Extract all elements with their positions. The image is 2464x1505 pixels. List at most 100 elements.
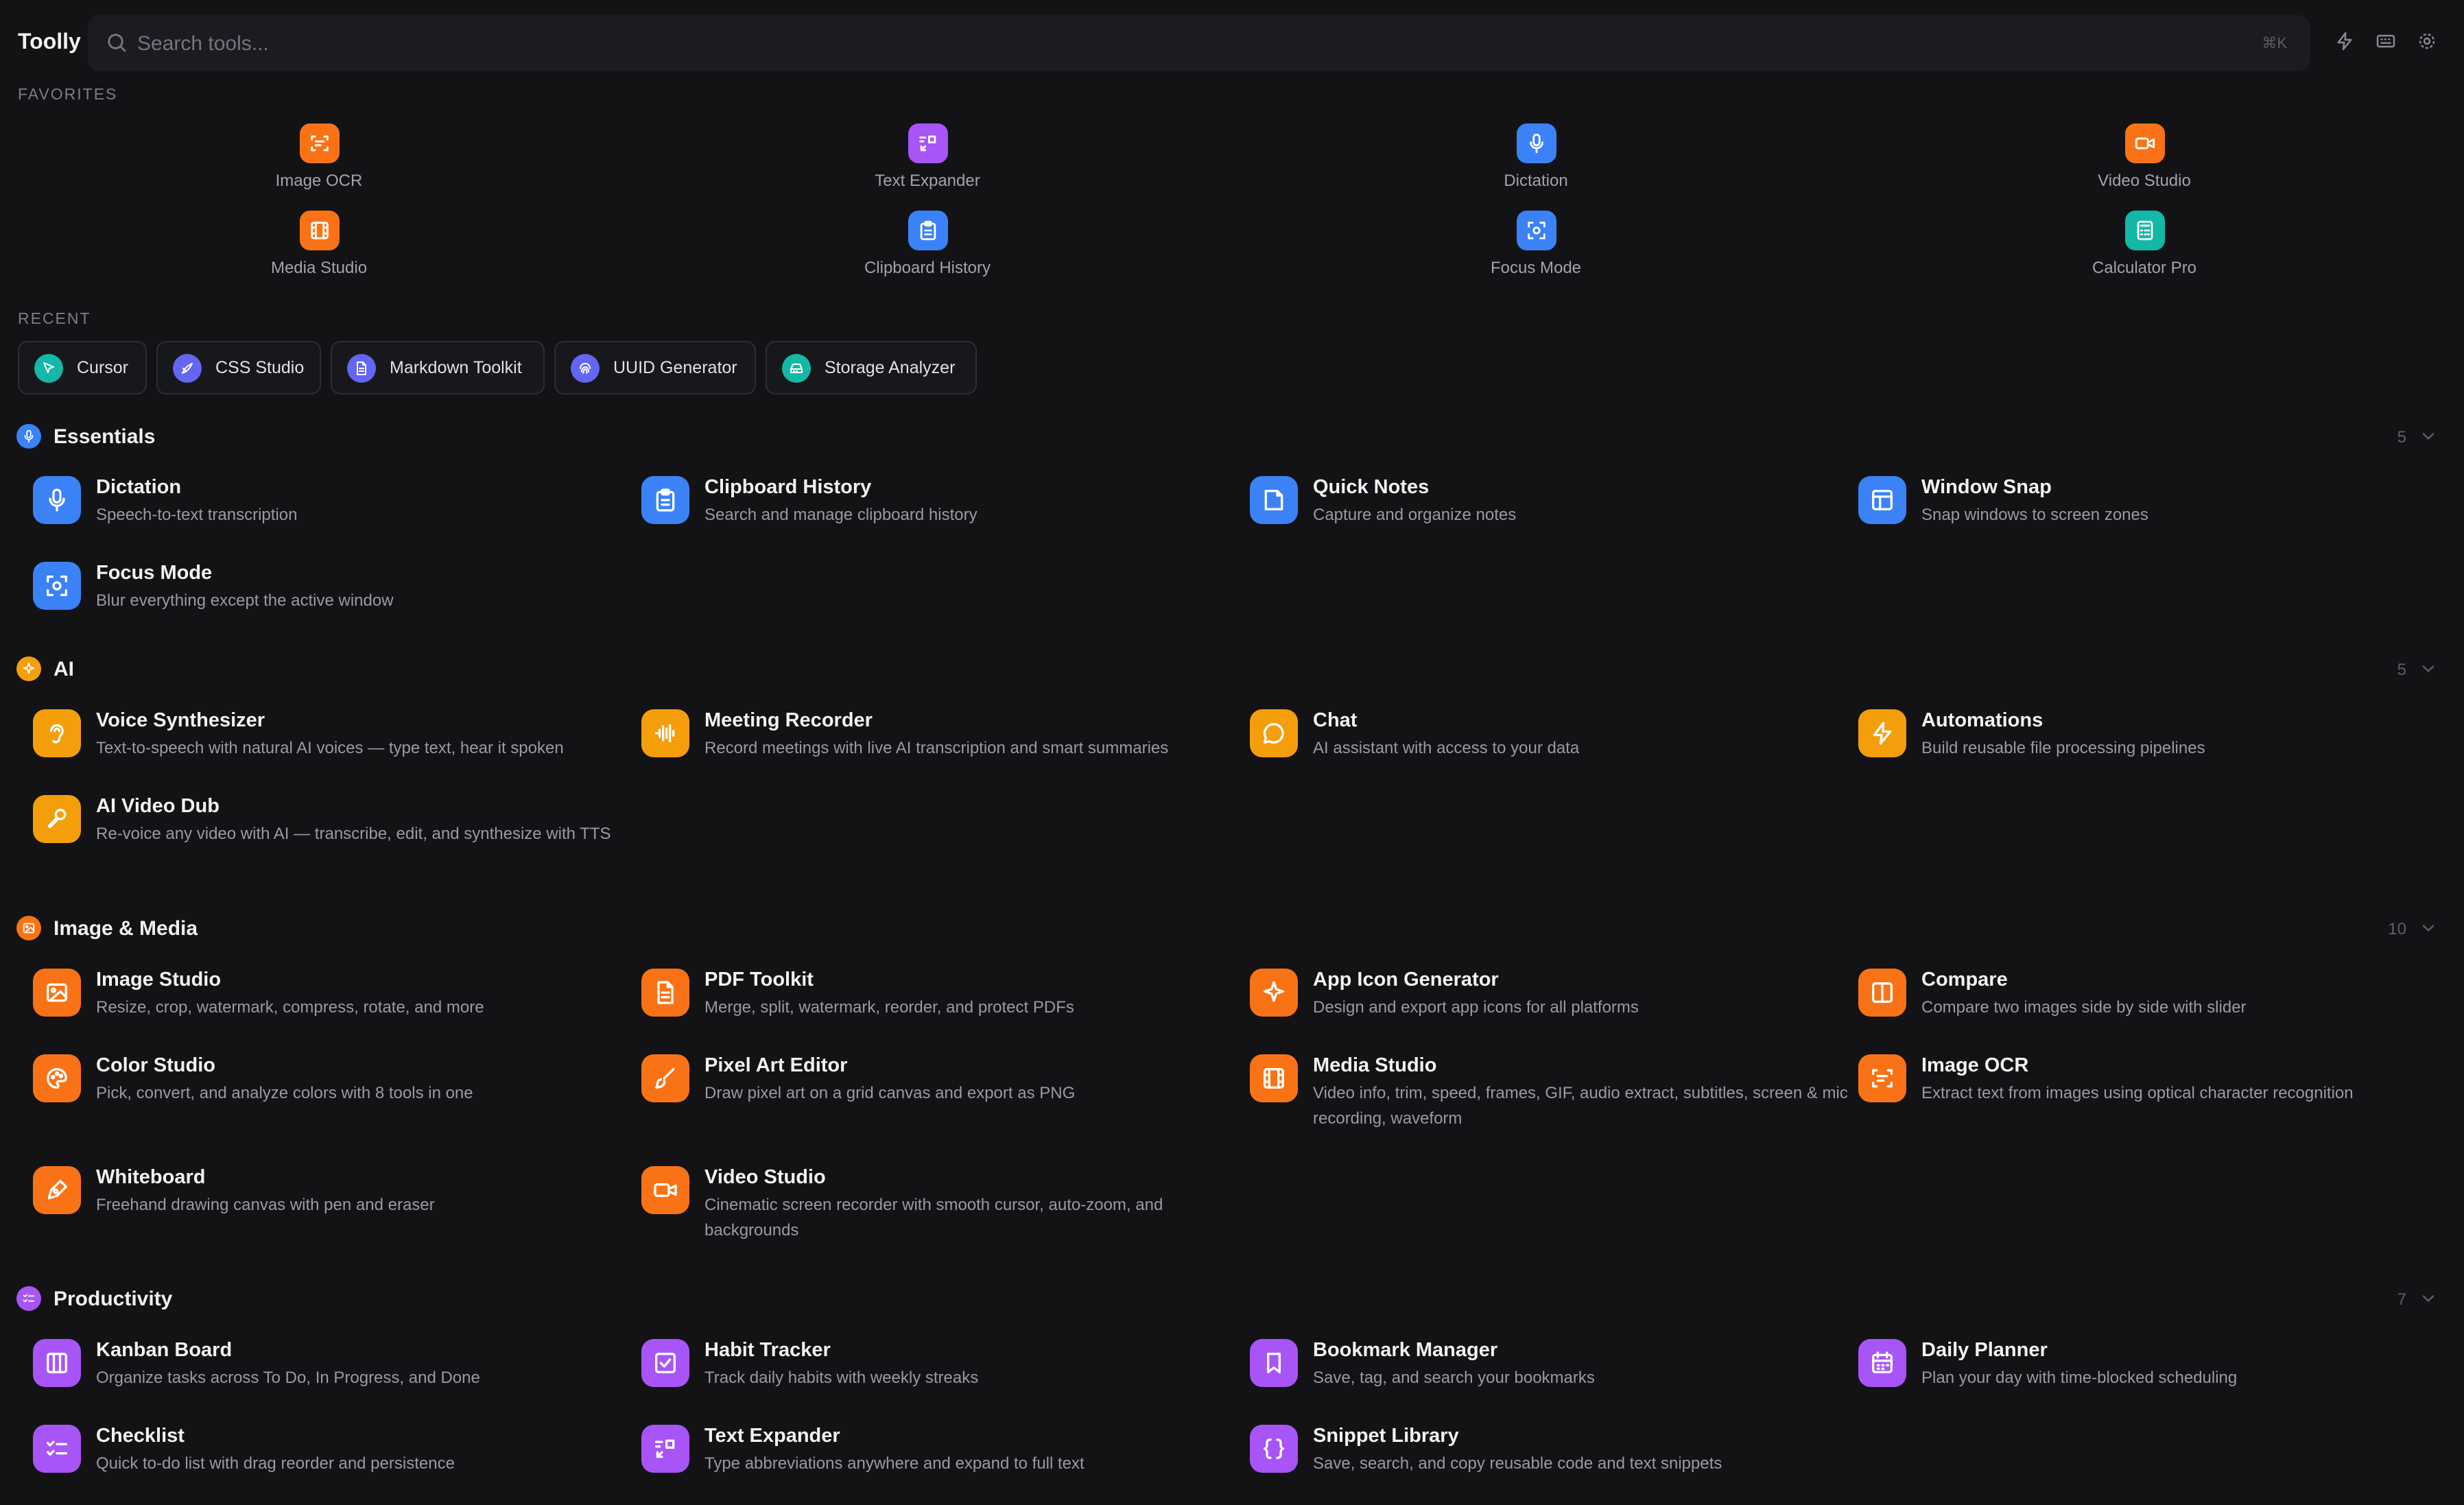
category-title: AI: [54, 658, 74, 680]
tool-description: Pick, convert, and analyze colors with 8…: [96, 1084, 473, 1102]
sparkles-icon: [1250, 969, 1298, 1017]
tool-description: AI assistant with access to your data: [1313, 739, 1580, 757]
tool-name: Bookmark Manager: [1313, 1339, 1498, 1361]
tool-description: Search and manage clipboard history: [704, 506, 978, 524]
recent-item-markdown-toolkit[interactable]: Markdown Toolkit: [331, 341, 545, 394]
pen-tool-icon: [33, 1166, 81, 1214]
favorite-image-ocr[interactable]: Image OCR: [216, 123, 422, 206]
focus-icon: [33, 562, 81, 610]
tool-description: Snap windows to screen zones: [1921, 506, 2148, 524]
category-count: 5: [2397, 661, 2406, 679]
tool-description: Design and export app icons for all plat…: [1313, 998, 1639, 1017]
recent-item-uuid-generator[interactable]: UUID Generator: [554, 341, 756, 394]
tool-name: Pixel Art Editor: [704, 1054, 848, 1076]
clipboard-icon: [908, 211, 948, 250]
tool-name: Image Studio: [96, 969, 222, 991]
favorite-label: Focus Mode: [1490, 259, 1582, 277]
film-icon: [300, 211, 340, 250]
scan-text-icon: [300, 123, 340, 163]
document-icon: [641, 969, 689, 1017]
microphone-icon: [33, 476, 81, 524]
css-icon: [173, 354, 202, 383]
list-check-icon: [16, 1286, 41, 1311]
tool-description: Blur everything except the active window: [96, 591, 394, 610]
gear-icon: [2416, 30, 2438, 52]
brush-icon: [641, 1054, 689, 1102]
tool-description: Build reusable file processing pipelines: [1921, 739, 2205, 757]
tool-description: Resize, crop, watermark, compress, rotat…: [96, 998, 484, 1017]
tool-description: Record meetings with live AI transcripti…: [704, 739, 1169, 757]
tool-name: Text Expander: [704, 1425, 840, 1447]
recent-item-storage-analyzer[interactable]: Storage Analyzer: [766, 341, 977, 394]
tool-description: Capture and organize notes: [1313, 506, 1517, 524]
video-camera-icon: [641, 1166, 689, 1214]
category-header-image-media[interactable]: Image & Media 10: [16, 914, 2448, 942]
settings-button[interactable]: [2413, 27, 2441, 55]
recent-item-label: Storage Analyzer: [825, 358, 956, 377]
tool-name: Image OCR: [1921, 1054, 2029, 1076]
tool-name: PDF Toolkit: [704, 969, 814, 991]
search-icon: [104, 30, 129, 55]
app-title: Toolly: [18, 29, 81, 54]
tool-name: Clipboard History: [704, 476, 872, 498]
tool-name: AI Video Dub: [96, 795, 220, 817]
favorite-label: Dictation: [1504, 171, 1568, 190]
recent-item-label: CSS Studio: [215, 358, 305, 377]
tool-name: Snippet Library: [1313, 1425, 1459, 1447]
category-header-productivity[interactable]: Productivity 7: [16, 1285, 2448, 1312]
lightning-icon: [2334, 30, 2356, 52]
tool-description: Type abbreviations anywhere and expand t…: [704, 1454, 1085, 1473]
text-expand-icon: [641, 1425, 689, 1473]
search-shortcut-hint: ⌘K: [2262, 34, 2287, 51]
category-header-ai[interactable]: AI 5: [16, 655, 2448, 683]
tool-description: Text-to-speech with natural AI voices — …: [96, 739, 564, 757]
quick-actions-button[interactable]: [2331, 27, 2358, 55]
sparkles-icon: [16, 656, 41, 681]
chevron-down-icon: [2419, 427, 2438, 446]
tool-description: Merge, split, watermark, reorder, and pr…: [704, 998, 1074, 1017]
tool-name: Checklist: [96, 1425, 185, 1447]
chevron-down-icon: [2419, 919, 2438, 938]
tool-name: Quick Notes: [1313, 476, 1430, 498]
film-icon: [1250, 1054, 1298, 1102]
category-header-essentials[interactable]: Essentials 5: [16, 423, 2448, 450]
favorite-label: Media Studio: [270, 259, 368, 277]
keyboard-shortcuts-button[interactable]: [2372, 27, 2400, 55]
favorite-focus-mode[interactable]: Focus Mode: [1433, 211, 1639, 293]
favorite-text-expander[interactable]: Text Expander: [825, 123, 1030, 206]
search-input[interactable]: [136, 25, 2196, 63]
image-icon: [33, 969, 81, 1017]
chevron-down-icon: [2419, 659, 2438, 678]
favorite-label: Text Expander: [875, 171, 980, 190]
tool-name: Video Studio: [704, 1166, 826, 1188]
tool-name: Chat: [1313, 709, 1358, 731]
recent-item-css-studio[interactable]: CSS Studio: [156, 341, 321, 394]
search-bar[interactable]: ⌘K: [88, 15, 2310, 71]
favorite-dictation[interactable]: Dictation: [1433, 123, 1639, 206]
top-bar: Toolly ⌘K: [0, 0, 2464, 88]
tool-description: Compare two images side by side with sli…: [1921, 998, 2247, 1017]
category-count: 7: [2397, 1290, 2406, 1309]
list-check-icon: [33, 1425, 81, 1473]
favorite-label: Calculator Pro: [2092, 259, 2197, 277]
tool-description: Re-voice any video with AI — transcribe,…: [96, 825, 611, 843]
tool-description: Organize tasks across To Do, In Progress…: [96, 1368, 480, 1387]
clipboard-icon: [641, 476, 689, 524]
lightning-icon: [1858, 709, 1906, 757]
favorite-media-studio[interactable]: Media Studio: [216, 211, 422, 293]
tool-name: Voice Synthesizer: [96, 709, 265, 731]
favorite-video-studio[interactable]: Video Studio: [2041, 123, 2247, 206]
ear-icon: [33, 709, 81, 757]
hard-drive-icon: [782, 354, 811, 383]
category-count: 5: [2397, 428, 2406, 447]
cursor-icon: [34, 354, 63, 383]
layout-icon: [1858, 476, 1906, 524]
tool-description: Plan your day with time-blocked scheduli…: [1921, 1368, 2238, 1387]
favorite-clipboard-history[interactable]: Clipboard History: [825, 211, 1030, 293]
fingerprint-icon: [571, 354, 600, 383]
microphone-icon: [1517, 123, 1556, 163]
recent-item-cursor[interactable]: Cursor: [18, 341, 147, 394]
tool-name: Dictation: [96, 476, 182, 498]
favorite-label: Image OCR: [275, 171, 363, 190]
favorite-calculator-pro[interactable]: Calculator Pro: [2041, 211, 2247, 293]
